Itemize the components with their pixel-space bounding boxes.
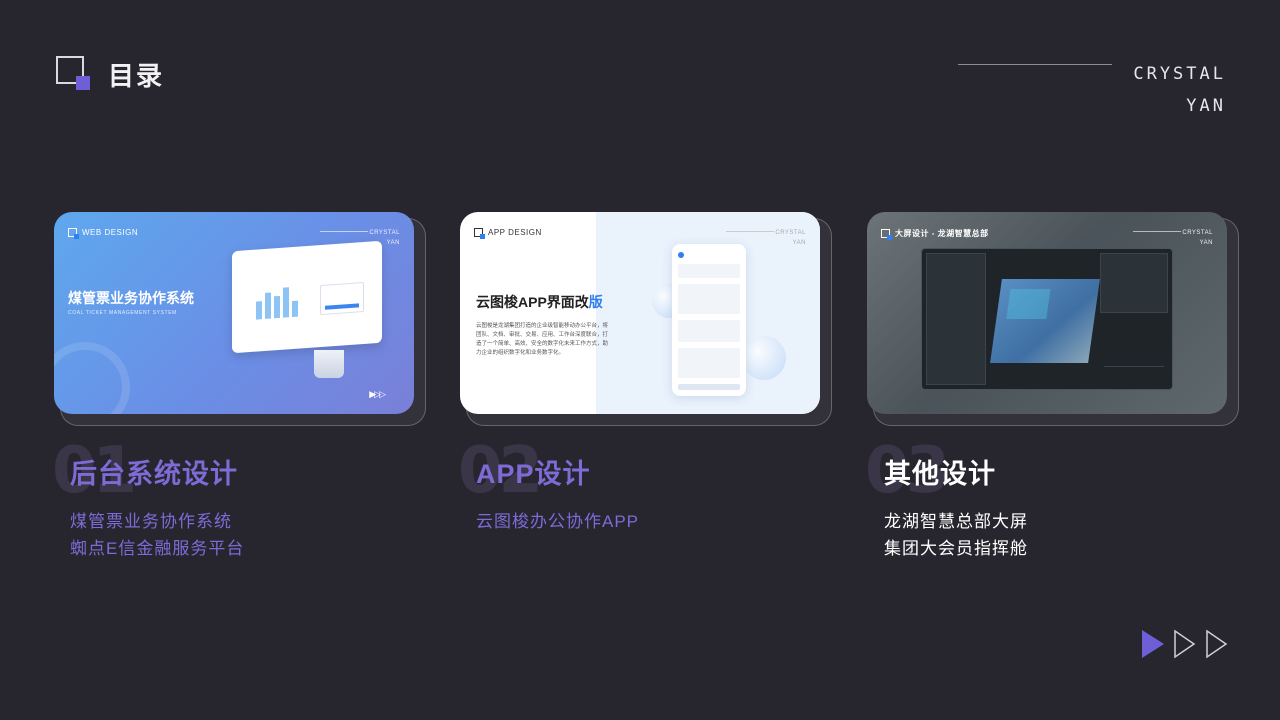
card-tag-label: WEB DESIGN — [82, 228, 139, 237]
card-tag-label: 大屏设计 - 龙湖智慧总部 — [895, 229, 989, 238]
logo-square-icon — [56, 56, 92, 92]
card-headline: 煤管票业务协作系统 — [68, 290, 194, 306]
play-filled-icon[interactable] — [1140, 628, 1166, 660]
card-paragraph: 云图梭是龙湖集团打造的企业级智能移动办公平台，将团队、文档、审批、交易、应用、工… — [476, 323, 609, 356]
corner-brand-line-2: YAN — [1199, 240, 1213, 246]
card-tag: APP DESIGN — [474, 228, 542, 239]
play-arrows-icon: ▶▷▷ — [369, 389, 386, 399]
corner-divider — [726, 231, 774, 232]
card-thumbnail[interactable]: 大屏设计 - 龙湖智慧总部 CRYSTAL YAN — [867, 212, 1227, 414]
card-subline: COAL TICKET MANAGEMENT SYSTEM — [68, 310, 177, 316]
phone-block — [678, 348, 740, 378]
section-title: 后台系统设计 — [70, 459, 238, 489]
section-item[interactable]: 集团大会员指挥舱 — [884, 535, 1028, 562]
card-tag-label: APP DESIGN — [488, 228, 542, 237]
corner-brand-line-1: CRYSTAL — [369, 230, 400, 236]
dashboard-mockup — [921, 248, 1173, 390]
play-outline-icon[interactable] — [1204, 628, 1230, 660]
corner-brand-line-2: YAN — [792, 240, 806, 246]
phone-mockup — [672, 244, 746, 396]
card-corner-brand: CRYSTAL YAN — [775, 228, 806, 248]
dashboard-panel-left — [926, 253, 986, 385]
card-thumbnail[interactable]: APP DESIGN CRYSTAL YAN 云图梭APP界面改版 云图梭是龙湖… — [460, 212, 820, 414]
app-logo-icon — [678, 252, 684, 258]
phone-block — [678, 264, 740, 278]
login-form-graphic — [320, 282, 364, 316]
section-item[interactable]: 龙湖智慧总部大屏 — [884, 508, 1028, 535]
page-navigation — [1140, 628, 1230, 660]
square-logo-icon — [881, 229, 892, 240]
section-title: 其他设计 — [884, 459, 996, 489]
monitor-screen — [232, 240, 382, 354]
brand-line-2: YAN — [1186, 96, 1226, 116]
card-web-design[interactable]: WEB DESIGN CRYSTAL YAN 煤管票业务协作系统 COAL TI… — [54, 212, 426, 426]
phone-block — [678, 320, 740, 342]
play-outline-icon[interactable] — [1172, 628, 1198, 660]
section-items: 云图梭办公协作APP — [476, 508, 639, 535]
page-title: 目录 — [108, 61, 165, 91]
section-title: APP设计 — [476, 459, 591, 489]
watermark-icon — [54, 342, 130, 414]
square-logo-icon — [68, 228, 79, 239]
dashboard-panel-right — [1100, 253, 1168, 313]
headline-main: 云图梭APP界面改 — [476, 294, 589, 310]
section-item[interactable]: 煤管票业务协作系统 — [70, 508, 244, 535]
corner-brand-line-1: CRYSTAL — [775, 230, 806, 236]
monitor-mockup — [222, 240, 392, 378]
brand-name: CRYSTAL YAN — [1133, 58, 1226, 122]
bubble-decoration — [742, 336, 786, 380]
header-divider — [958, 64, 1112, 65]
section-items: 龙湖智慧总部大屏 集团大会员指挥舱 — [884, 508, 1028, 562]
card-big-screen-design[interactable]: 大屏设计 - 龙湖智慧总部 CRYSTAL YAN — [867, 212, 1239, 426]
dashboard-chart — [1104, 343, 1164, 367]
monitor-stand — [314, 350, 344, 378]
phone-tabbar — [678, 384, 740, 390]
card-thumbnail[interactable]: WEB DESIGN CRYSTAL YAN 煤管票业务协作系统 COAL TI… — [54, 212, 414, 414]
card-tag: WEB DESIGN — [68, 228, 139, 239]
section-items: 煤管票业务协作系统 蜘点E信金融服务平台 — [70, 508, 244, 562]
building-graphic — [990, 279, 1100, 363]
square-logo-icon — [474, 228, 485, 239]
section-item[interactable]: 云图梭办公协作APP — [476, 508, 639, 535]
section-item[interactable]: 蜘点E信金融服务平台 — [70, 535, 244, 562]
brand-line-1: CRYSTAL — [1133, 64, 1226, 84]
card-tag: 大屏设计 - 龙湖智慧总部 — [881, 228, 989, 240]
phone-block — [678, 284, 740, 314]
card-app-design[interactable]: APP DESIGN CRYSTAL YAN 云图梭APP界面改版 云图梭是龙湖… — [460, 212, 832, 426]
headline-highlight: 版 — [588, 294, 603, 310]
bar-graphic — [256, 287, 298, 320]
corner-brand-line-1: CRYSTAL — [1182, 230, 1213, 236]
corner-divider — [1133, 231, 1181, 232]
card-headline: 云图梭APP界面改版 — [476, 292, 603, 312]
corner-divider — [320, 231, 368, 232]
card-corner-brand: CRYSTAL YAN — [1182, 228, 1213, 248]
